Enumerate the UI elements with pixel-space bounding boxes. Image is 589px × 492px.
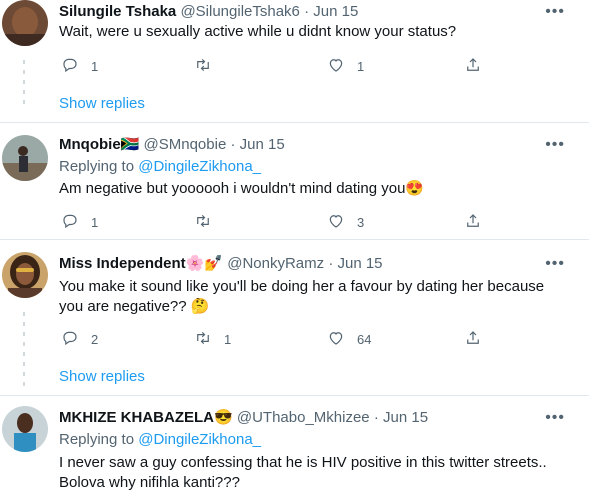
tweet-header: Silungile Tshaka @SilungileTshak6 · Jun …: [59, 2, 358, 22]
avatar[interactable]: [2, 0, 48, 46]
retweet-count: 1: [224, 331, 232, 347]
retweet-button[interactable]: [194, 56, 224, 76]
replying-to: Replying to @DingileZikhona_: [59, 430, 261, 450]
reply-count: 1: [91, 214, 99, 230]
show-replies-link[interactable]: Show replies: [59, 367, 145, 387]
timestamp[interactable]: Jun 15: [313, 3, 358, 20]
name-emoji: 🌸💅: [185, 255, 224, 272]
reply-button[interactable]: 2: [61, 329, 98, 349]
like-count: 64: [357, 331, 372, 347]
like-count: 1: [357, 58, 365, 74]
separator: ·: [304, 3, 310, 20]
tweet[interactable]: Miss Independent🌸💅 @NonkyRamz · Jun 15 •…: [0, 240, 589, 395]
more-icon[interactable]: •••: [545, 410, 565, 426]
retweet-icon: [194, 212, 212, 233]
display-name[interactable]: Miss Independent: [59, 255, 186, 272]
sunglasses-emoji: 😎: [214, 409, 233, 426]
like-button[interactable]: 3: [327, 212, 364, 232]
user-handle[interactable]: @SilungileTshak6: [180, 3, 299, 20]
replying-to: Replying to @DingileZikhona_: [59, 157, 261, 177]
tweet-text: I never saw a guy confessing that he is …: [59, 454, 547, 491]
share-icon: [464, 329, 482, 350]
display-name[interactable]: Silungile Tshaka: [59, 3, 176, 20]
user-handle[interactable]: @NonkyRamz: [227, 255, 324, 272]
retweet-icon: [194, 56, 212, 77]
tweet-actions: 1 1: [59, 56, 519, 76]
reply-icon: [61, 329, 79, 350]
reply-button[interactable]: 1: [61, 56, 98, 76]
replying-prefix: Replying to: [59, 158, 135, 175]
share-icon: [464, 56, 482, 77]
more-icon[interactable]: •••: [545, 256, 565, 272]
retweet-icon: [194, 329, 212, 350]
avatar[interactable]: [2, 406, 48, 452]
like-button[interactable]: 1: [327, 56, 364, 76]
reply-button[interactable]: 1: [61, 212, 98, 232]
tweet-header: Miss Independent🌸💅 @NonkyRamz · Jun 15: [59, 254, 383, 274]
avatar[interactable]: [2, 252, 48, 298]
share-icon: [464, 212, 482, 233]
tweet-header: Mnqobie🇿🇦 @SMnqobie · Jun 15: [59, 135, 285, 155]
retweet-button[interactable]: 1: [194, 329, 231, 349]
separator: ·: [373, 409, 379, 426]
display-name[interactable]: Mnqobie: [59, 136, 121, 153]
tweet-text-body: You make it sound like you'll be doing h…: [59, 278, 545, 315]
text-emoji: 😍: [405, 180, 425, 197]
separator: ·: [328, 255, 334, 272]
tweet[interactable]: Mnqobie🇿🇦 @SMnqobie · Jun 15 ••• Replyin…: [0, 123, 589, 239]
thread-line: [23, 60, 25, 110]
reply-icon: [61, 212, 79, 233]
tweet-text: Am negative but yoooooh i wouldn't mind …: [59, 179, 559, 199]
reply-icon: [61, 56, 79, 77]
like-icon: [327, 56, 345, 77]
separator: ·: [230, 136, 236, 153]
timestamp[interactable]: Jun 15: [240, 136, 285, 153]
thinking-emoji: 🤔: [190, 298, 210, 315]
timestamp[interactable]: Jun 15: [337, 255, 382, 272]
flag-emoji: 🇿🇦: [120, 136, 140, 153]
avatar[interactable]: [2, 135, 48, 181]
user-handle[interactable]: @UThabo_Mkhizee: [237, 409, 370, 426]
retweet-button[interactable]: [194, 212, 224, 232]
share-button[interactable]: [464, 329, 482, 349]
tweet-actions: 2 1 64: [59, 329, 519, 349]
tweet-actions: 1 3: [59, 212, 519, 232]
thread-line: [23, 312, 25, 392]
like-icon: [327, 212, 345, 233]
more-icon[interactable]: •••: [545, 4, 565, 20]
share-button[interactable]: [464, 56, 482, 76]
tweet-header: MKHIZE KHABAZELA😎 @UThabo_Mkhizee · Jun …: [59, 408, 428, 428]
reply-count: 2: [91, 331, 99, 347]
like-count: 3: [357, 214, 365, 230]
show-replies-link[interactable]: Show replies: [59, 94, 145, 114]
reply-count: 1: [91, 58, 99, 74]
like-button[interactable]: 64: [327, 329, 371, 349]
tweet-text: Wait, were u sexually active while u did…: [59, 23, 457, 40]
like-icon: [327, 329, 345, 350]
user-handle[interactable]: @SMnqobie: [144, 136, 227, 153]
tweet[interactable]: Silungile Tshaka @SilungileTshak6 · Jun …: [0, 0, 589, 122]
tweet[interactable]: MKHIZE KHABAZELA😎 @UThabo_Mkhizee · Jun …: [0, 396, 589, 492]
tweet-text: You make it sound like you'll be doing h…: [59, 277, 559, 317]
mention-link[interactable]: @DingileZikhona_: [138, 158, 261, 175]
timestamp[interactable]: Jun 15: [383, 409, 428, 426]
display-name[interactable]: MKHIZE KHABAZELA: [59, 409, 214, 426]
share-button[interactable]: [464, 212, 482, 232]
more-icon[interactable]: •••: [545, 137, 565, 153]
tweet-text-body: Am negative but yoooooh i wouldn't mind …: [59, 180, 406, 197]
replying-prefix: Replying to: [59, 431, 135, 448]
mention-link[interactable]: @DingileZikhona_: [138, 431, 261, 448]
